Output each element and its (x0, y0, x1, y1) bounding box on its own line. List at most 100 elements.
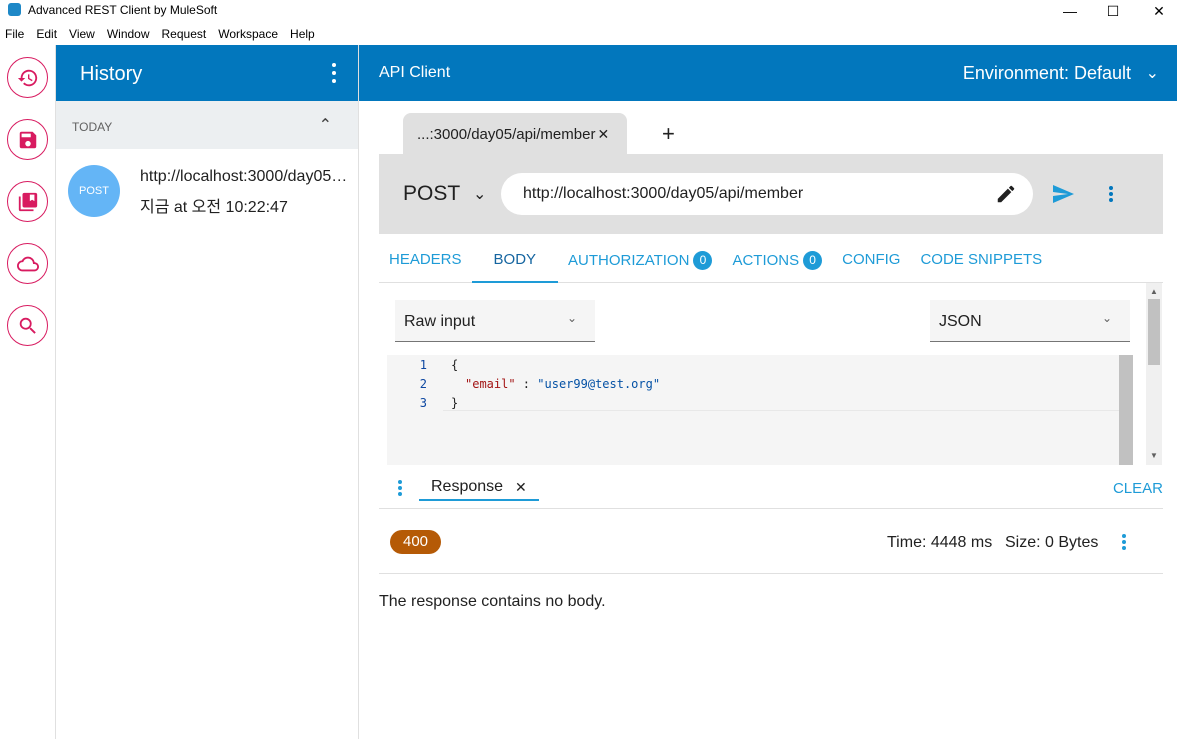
response-tab-label: Response (431, 478, 504, 495)
request-url-bar: POST ⌄ http://localhost:3000/day05/api/m… (379, 154, 1163, 234)
panel-scrollbar[interactable]: ▲ ▼ (1146, 283, 1162, 465)
json-separator: : (515, 377, 538, 391)
url-value[interactable]: http://localhost:3000/day05/api/member (523, 185, 803, 203)
library-icon (18, 192, 37, 211)
close-response-icon[interactable]: ✕ (515, 479, 527, 496)
count-badge: 0 (803, 251, 823, 270)
nav-rail (0, 45, 56, 739)
response-more-icon[interactable] (1122, 534, 1126, 550)
rail-search-button[interactable] (7, 305, 48, 346)
clear-button[interactable]: CLEAR (1113, 480, 1163, 497)
main-title: API Client (379, 64, 451, 81)
chevron-down-icon: ⌄ (1101, 311, 1112, 325)
chevron-down-icon[interactable]: ⌄ (473, 184, 486, 204)
chevron-down-icon[interactable]: ⌄ (1146, 63, 1159, 83)
scroll-up-icon[interactable]: ▲ (1150, 287, 1158, 296)
search-icon (19, 317, 36, 334)
rail-drive-button[interactable] (7, 243, 48, 284)
tab-actions-label: ACTIONS (732, 252, 800, 269)
rail-projects-button[interactable] (7, 181, 48, 222)
json-value: "user99@test.org" (537, 377, 661, 391)
request-tab[interactable]: ...:3000/day05/api/member ✕ (403, 113, 627, 155)
environment-selector[interactable]: Environment: Default (963, 63, 1131, 84)
line-number: 2 (419, 377, 427, 391)
history-title: History (80, 63, 143, 85)
close-window-button[interactable]: ✕ (1136, 0, 1177, 22)
cloud-icon (16, 256, 39, 271)
tab-actions[interactable]: ACTIONS 0 (722, 240, 832, 283)
main-header: API Client Environment: Default ⌄ (359, 45, 1177, 101)
response-time: Time: 4448 ms (887, 534, 993, 551)
response-empty-message: The response contains no body. (379, 593, 606, 610)
title-bar: Advanced REST Client by MuleSoft — ☐ ✕ (0, 0, 1177, 22)
tab-headers[interactable]: HEADERS (379, 240, 472, 283)
response-size: Size: 0 Bytes (1005, 534, 1099, 551)
close-tab-icon[interactable]: ✕ (597, 126, 609, 143)
scrollbar-thumb[interactable] (1148, 299, 1160, 365)
editor-type-select[interactable]: Raw input ⌄ (395, 300, 595, 342)
rail-history-button[interactable] (7, 57, 48, 98)
minimize-button[interactable]: — (1047, 0, 1093, 22)
line-number: 3 (419, 396, 427, 410)
scroll-down-icon[interactable]: ▼ (1150, 451, 1158, 460)
history-group-header[interactable]: TODAY ⌃ (56, 101, 358, 149)
editor-scrollbar[interactable] (1119, 355, 1133, 465)
history-panel: History TODAY ⌃ POST http://localhost:30… (56, 45, 359, 739)
request-more-icon[interactable] (1109, 186, 1113, 202)
window-title: Advanced REST Client by MuleSoft (28, 3, 218, 17)
history-list-item[interactable]: POST http://localhost:3000/day05/api/mem… (56, 149, 358, 229)
edit-icon[interactable] (995, 183, 1017, 210)
method-badge: POST (68, 165, 120, 217)
method-selector[interactable]: POST (403, 182, 460, 206)
status-code-badge: 400 (390, 530, 441, 554)
menu-bar: File Edit View Window Request Workspace … (0, 24, 321, 44)
code-editor[interactable]: 1 { 2 "email" : "user99@test.org" 3 } (387, 355, 1133, 465)
body-editor-panel: Raw input ⌄ JSON ⌄ 1 { 2 "email" : "user… (379, 283, 1163, 465)
response-menu-icon[interactable] (398, 480, 402, 496)
menu-help[interactable]: Help (284, 24, 321, 44)
app-logo-icon (8, 3, 21, 16)
tab-code-snippets[interactable]: CODE SNIPPETS (910, 240, 1052, 283)
save-icon (19, 131, 36, 148)
code-line: } (451, 396, 459, 410)
tab-body[interactable]: BODY (471, 240, 559, 283)
history-menu-icon[interactable] (332, 63, 338, 83)
history-item-time: 지금 at 오전 10:22:47 (140, 199, 288, 216)
history-item-url: http://localhost:3000/day05/api/member (140, 168, 350, 185)
content-type-value: JSON (939, 313, 982, 330)
tab-authorization-label: AUTHORIZATION (568, 252, 690, 269)
menu-file[interactable]: File (0, 24, 30, 44)
history-header: History (56, 45, 358, 101)
code-line: "email" : "user99@test.org" (465, 377, 660, 391)
menu-edit[interactable]: Edit (30, 24, 63, 44)
editor-type-value: Raw input (404, 313, 476, 330)
menu-view[interactable]: View (63, 24, 101, 44)
send-icon (1053, 185, 1074, 203)
send-button[interactable] (1051, 182, 1075, 211)
menu-window[interactable]: Window (101, 24, 156, 44)
maximize-button[interactable]: ☐ (1090, 0, 1136, 22)
menu-workspace[interactable]: Workspace (212, 24, 284, 44)
response-status-row: 400 Time: 4448 ms Size: 0 Bytes (379, 509, 1163, 574)
add-tab-button[interactable]: + (662, 121, 675, 147)
url-input[interactable]: http://localhost:3000/day05/api/member (501, 173, 1033, 215)
history-group-label: TODAY (72, 120, 113, 134)
response-tab[interactable]: Response ✕ (419, 475, 539, 501)
count-badge: 0 (693, 251, 713, 270)
request-editor-tabs: HEADERS BODY AUTHORIZATION 0 ACTIONS 0 CON… (379, 240, 1163, 283)
tab-config[interactable]: CONFIG (832, 240, 910, 283)
rail-saved-button[interactable] (7, 119, 48, 160)
content-type-select[interactable]: JSON ⌄ (930, 300, 1130, 342)
chevron-up-icon[interactable]: ⌃ (319, 115, 332, 135)
menu-request[interactable]: Request (156, 24, 213, 44)
history-icon (17, 69, 37, 86)
response-tab-bar: Response ✕ CLEAR (379, 465, 1163, 509)
tab-authorization[interactable]: AUTHORIZATION 0 (558, 240, 722, 283)
chevron-down-icon: ⌄ (566, 311, 577, 325)
line-number: 1 (419, 358, 427, 372)
code-line: { (451, 358, 459, 372)
request-tab-label: ...:3000/day05/api/member (417, 125, 596, 143)
main-panel: API Client Environment: Default ⌄ ...:30… (359, 45, 1177, 739)
json-key: "email" (465, 377, 516, 391)
request-tabs-row: ...:3000/day05/api/member ✕ + (379, 101, 1163, 155)
